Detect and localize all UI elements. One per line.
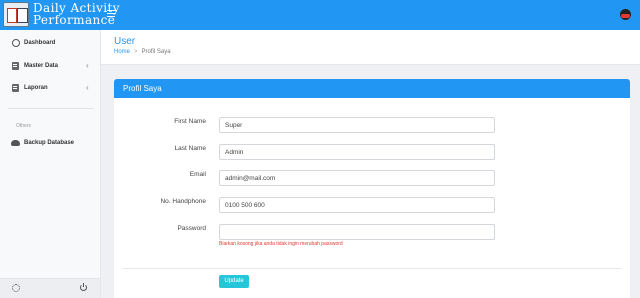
sidebar-divider [8, 108, 94, 109]
gear-icon[interactable] [12, 284, 20, 292]
sidebar-item-label: Dashboard [24, 40, 56, 46]
update-button[interactable]: Update [219, 275, 249, 288]
sidebar-item-dashboard[interactable]: Dashboard [0, 35, 100, 53]
sidebar-item-master-data[interactable]: Master Data ‹ [0, 58, 100, 76]
first-name-label: First Name [174, 118, 206, 125]
breadcrumb-current: Profil Saya [141, 49, 171, 55]
menu-toggle-icon[interactable] [107, 10, 115, 17]
chevron-left-icon: ‹ [86, 61, 89, 70]
sidebar-item-backup-database[interactable]: Backup Database [0, 135, 100, 153]
breadcrumb: Home > Profil Saya [114, 49, 171, 55]
chevron-left-icon: ‹ [86, 83, 89, 92]
user-avatar-icon[interactable] [620, 9, 631, 20]
sidebar-item-label: Master Data [24, 63, 59, 69]
password-label: Password [177, 225, 206, 232]
content-header: User Home > Profil Saya [101, 30, 640, 65]
sidebar-section-label: Others [16, 123, 32, 129]
file-icon [12, 62, 19, 70]
sidebar: Dashboard Master Data ‹ Laporan ‹ Others… [0, 30, 101, 298]
sidebar-item-label: Laporan [24, 85, 48, 91]
card-divider [123, 268, 621, 269]
dashboard-icon [12, 39, 20, 47]
book-logo-icon[interactable] [3, 2, 29, 27]
email-label: Email [189, 171, 206, 178]
breadcrumb-separator: > [134, 49, 138, 55]
last-name-label: Last Name [174, 145, 206, 152]
phone-label: No. Handphone [160, 198, 206, 205]
page-title: User [114, 36, 136, 47]
top-navbar: Daily Activity Performance [0, 0, 640, 30]
email-field[interactable] [219, 170, 495, 186]
password-hint: Biarkan kosong jika anda tidak ingin mer… [219, 241, 343, 247]
profile-card: Profil Saya First Name Last Name Email N… [114, 79, 630, 298]
last-name-field[interactable] [219, 144, 495, 160]
file-icon [12, 84, 19, 92]
password-field[interactable] [219, 224, 495, 240]
breadcrumb-home-link[interactable]: Home [114, 49, 130, 55]
sidebar-item-label: Backup Database [24, 140, 75, 146]
power-icon[interactable] [80, 283, 87, 291]
first-name-field[interactable] [219, 117, 495, 133]
card-header: Profil Saya [114, 79, 630, 98]
sidebar-footer [0, 278, 100, 298]
card-title: Profil Saya [123, 84, 162, 93]
cloud-icon [11, 140, 20, 146]
sidebar-item-laporan[interactable]: Laporan ‹ [0, 80, 100, 98]
phone-field[interactable] [219, 197, 495, 213]
